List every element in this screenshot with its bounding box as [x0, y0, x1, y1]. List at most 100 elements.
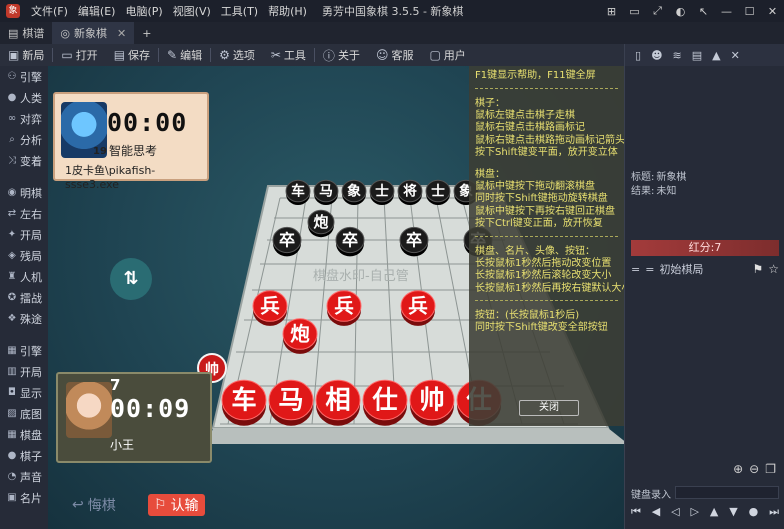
- back-icon[interactable]: ◁: [671, 505, 679, 523]
- black-piece[interactable]: 将: [397, 179, 423, 206]
- resign-button[interactable]: ⚐ 认输: [148, 494, 205, 516]
- red-piece[interactable]: 车: [221, 379, 267, 426]
- sidebar-item-board[interactable]: ▦ 棋盘: [0, 424, 48, 445]
- red-piece[interactable]: 帅: [409, 379, 455, 426]
- sidebar-item-background[interactable]: ▨ 底图: [0, 403, 48, 424]
- board-area[interactable]: 棋盘水印-自己管 车马象士将士象炮卒卒卒卒兵兵兵炮车马相仕帅仕 19 00:00…: [48, 66, 624, 529]
- sidebar-item-engine-settings[interactable]: ▦ 引擎: [0, 340, 48, 361]
- result-label: 结果:: [631, 186, 655, 197]
- options-button[interactable]: ⚙ 选项: [211, 44, 263, 66]
- black-piece[interactable]: 卒: [399, 226, 429, 257]
- windows-icon[interactable]: ⊞: [600, 0, 623, 22]
- layout-icon[interactable]: ▯: [635, 49, 641, 62]
- sidebar-item-engine[interactable]: ⚇ 引擎: [0, 66, 48, 87]
- database-icon[interactable]: ≋: [673, 49, 682, 62]
- tools-button[interactable]: ✂ 工具: [263, 44, 314, 66]
- minimize-button[interactable]: —: [715, 0, 738, 22]
- menu-edit[interactable]: 编辑(E): [73, 3, 121, 19]
- menu-file[interactable]: 文件(F): [26, 3, 73, 19]
- sidebar-item-endgame[interactable]: ◈ 残局: [0, 245, 48, 266]
- tab-close-icon[interactable]: ✕: [117, 27, 126, 40]
- close-button[interactable]: ✕: [761, 0, 784, 22]
- red-piece[interactable]: 马: [268, 379, 314, 426]
- maximize-button[interactable]: ☐: [738, 0, 761, 22]
- folder-icon: ▭: [61, 48, 73, 62]
- forward-icon[interactable]: ▷: [691, 505, 699, 523]
- play-icon[interactable]: ●: [749, 505, 759, 523]
- result-value[interactable]: 未知: [656, 182, 676, 197]
- black-piece[interactable]: 炮: [307, 209, 335, 238]
- help-line: 同时按下Shift键改变全部按钮: [475, 322, 608, 333]
- last-move-icon[interactable]: ⏭: [769, 505, 779, 523]
- up-icon[interactable]: ▲: [710, 505, 718, 523]
- menu-help[interactable]: 帮助(H): [263, 3, 312, 19]
- sidebar-item-human-machine[interactable]: ♜ 人机: [0, 266, 48, 287]
- zoom-in-icon[interactable]: ⊕: [733, 462, 743, 476]
- theme-icon[interactable]: ◐: [669, 0, 692, 22]
- sidebar-item-human[interactable]: ● 人类: [0, 87, 48, 108]
- new-game-button[interactable]: ▣ 新局: [0, 44, 52, 66]
- top-player-card[interactable]: 19 00:00 智能思考 1皮卡鱼\pikafish-ssse3.exe: [53, 92, 209, 191]
- sidebar-item-variation[interactable]: ⤨ 变着: [0, 150, 48, 171]
- regret-button[interactable]: ↩ 悔棋: [66, 494, 122, 516]
- sidebar-item-leftright[interactable]: ⇄ 左右: [0, 203, 48, 224]
- sidebar-item-opening-settings[interactable]: ▥ 开局: [0, 361, 48, 382]
- sidebar-item-display[interactable]: ◘ 显示: [0, 382, 48, 403]
- down-icon[interactable]: ▼: [729, 505, 737, 523]
- keyboard-input[interactable]: [675, 486, 779, 499]
- sidebar-item-analyze[interactable]: ⌕ 分析: [0, 129, 48, 150]
- sidebar-item-arena[interactable]: ✪ 擂战: [0, 287, 48, 308]
- about-button[interactable]: ⓘ 关于: [315, 44, 368, 66]
- prev-icon[interactable]: ◀: [652, 505, 660, 523]
- black-piece[interactable]: 卒: [335, 226, 365, 257]
- bottom-player-card[interactable]: 7 00:09 小王: [56, 372, 212, 463]
- red-piece[interactable]: 兵: [252, 290, 288, 326]
- menu-view[interactable]: 视图(V): [168, 3, 216, 19]
- open-button[interactable]: ▭ 打开: [53, 44, 105, 66]
- black-piece[interactable]: 士: [425, 179, 451, 206]
- title-value[interactable]: 新象棋: [656, 168, 686, 183]
- opening-row[interactable]: = = 初始棋局 ⚑ ☆: [631, 260, 779, 278]
- black-piece[interactable]: 士: [369, 179, 395, 206]
- red-piece[interactable]: 兵: [326, 290, 362, 326]
- menu-tools[interactable]: 工具(T): [216, 3, 263, 19]
- sidebar-item-versus[interactable]: ∞ 对弈: [0, 108, 48, 129]
- star-icon[interactable]: ☆: [768, 262, 779, 276]
- sidebar-item-paths[interactable]: ❖ 殊途: [0, 308, 48, 329]
- sidebar-item-opening[interactable]: ✦ 开局: [0, 224, 48, 245]
- save-button[interactable]: ▤ 保存: [106, 44, 158, 66]
- cursor-icon[interactable]: ↖: [692, 0, 715, 22]
- first-move-icon[interactable]: ⏮: [631, 505, 641, 523]
- support-button[interactable]: ☺ 客服: [368, 44, 422, 66]
- new-tab-button[interactable]: +: [134, 22, 159, 44]
- red-piece[interactable]: 仕: [362, 379, 408, 426]
- flag-icon[interactable]: ⚑: [752, 262, 763, 276]
- tab-new-game[interactable]: ◎ 新象棋 ✕: [52, 22, 135, 44]
- user-button[interactable]: ▢ 用户: [421, 44, 473, 66]
- black-piece[interactable]: 马: [313, 179, 339, 206]
- sidebar-item-sound[interactable]: ◔ 声音: [0, 466, 48, 487]
- sidebar-item-clear[interactable]: ◉ 明棋: [0, 182, 48, 203]
- black-piece[interactable]: 象: [341, 179, 367, 206]
- stack-icon[interactable]: ▤: [692, 49, 702, 62]
- graduate-icon[interactable]: ▲: [712, 49, 720, 62]
- tab-records[interactable]: ▤ 棋谱: [0, 22, 52, 44]
- pin-icon[interactable]: ⤢: [646, 0, 669, 22]
- black-piece[interactable]: 卒: [272, 226, 302, 257]
- toolbar-label: 选项: [232, 49, 255, 62]
- menu-computer[interactable]: 电脑(P): [120, 3, 167, 19]
- sidebar-item-pieces[interactable]: ● 棋子: [0, 445, 48, 466]
- copy-icon[interactable]: ❐: [765, 462, 776, 476]
- edit-button[interactable]: ✎ 编辑: [159, 44, 210, 66]
- panel-close-icon[interactable]: ✕: [731, 49, 740, 62]
- robot-icon[interactable]: ☻: [651, 49, 662, 62]
- red-piece[interactable]: 相: [315, 379, 361, 426]
- black-piece[interactable]: 车: [285, 179, 311, 206]
- red-piece[interactable]: 炮: [282, 318, 318, 354]
- restore-small-icon[interactable]: ▭: [623, 0, 646, 22]
- help-close-button[interactable]: 关闭: [519, 400, 579, 416]
- swap-sides-button[interactable]: ⇅: [110, 258, 152, 300]
- sidebar-item-card[interactable]: ▣ 名片: [0, 487, 48, 508]
- zoom-out-icon[interactable]: ⊖: [749, 462, 759, 476]
- red-piece[interactable]: 兵: [400, 290, 436, 326]
